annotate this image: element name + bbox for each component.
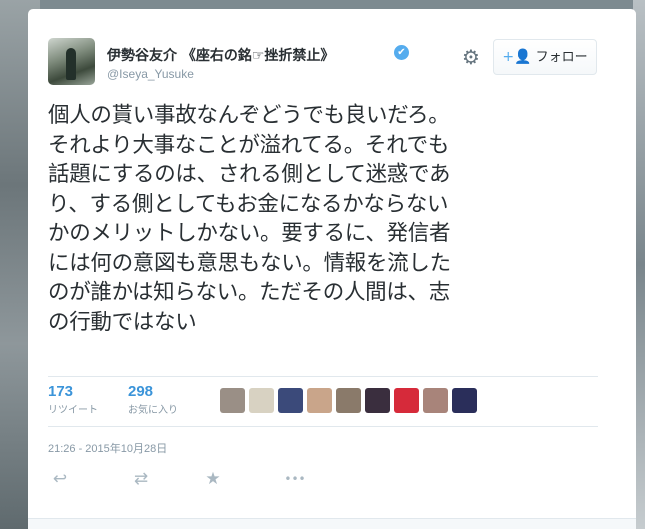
follow-button[interactable]: +👤 フォロー	[493, 39, 597, 75]
tweet-line: には何の意図も意思もない。情報を流した	[48, 250, 451, 276]
tweet-line: の行動ではない	[48, 309, 197, 335]
liker-avatar-6[interactable]	[365, 388, 390, 413]
retweet-icon[interactable]: ⇄	[131, 469, 151, 489]
user-handle[interactable]: @Iseya_Yusuke	[107, 67, 194, 81]
tweet-timestamp[interactable]: 21:26 - 2015年10月28日	[48, 440, 167, 456]
gear-icon[interactable]: ⚙	[460, 46, 482, 68]
user-display-name[interactable]: 伊勢谷友介 《座右の銘☞挫折禁止》	[107, 45, 334, 65]
liker-avatar-2[interactable]	[249, 388, 274, 413]
reply-icon[interactable]: ↩	[50, 469, 70, 489]
liker-avatar-9[interactable]	[452, 388, 477, 413]
tweet-line: のが誰かは知らない。ただその人間は、志	[48, 280, 450, 305]
divider	[48, 426, 598, 427]
tweet-card: 伊勢谷友介 《座右の銘☞挫折禁止》 ✔ @Iseya_Yusuke ⚙ +👤 フォ…	[28, 9, 636, 529]
tweet-text: 個人の貰い事故なんぞどうでも良いだろ。 それより大事なことが溢れてる。それでも …	[48, 101, 588, 337]
liker-avatar-7[interactable]	[394, 388, 419, 413]
tweet-line: それより大事なことが溢れてる。それでも	[48, 132, 450, 158]
verified-badge-icon: ✔	[394, 45, 409, 60]
liker-avatar-1[interactable]	[220, 388, 245, 413]
follow-person-icon: +👤	[502, 49, 532, 65]
more-icon[interactable]: •••	[282, 469, 308, 489]
favorite-count: 298	[128, 383, 154, 400]
card-footer	[28, 518, 636, 529]
retweet-count: 173	[48, 383, 74, 400]
liker-avatar-5[interactable]	[336, 388, 361, 413]
tweet-line: 個人の貰い事故なんぞどうでも良いだろ。	[48, 103, 450, 128]
favorite-stat[interactable]: 298 お気に入り	[128, 383, 178, 416]
tweet-line: 話題にするのは、される側として迷惑であ	[48, 162, 451, 187]
retweet-stat[interactable]: 173 リツイート	[48, 383, 98, 416]
liker-avatar-4[interactable]	[307, 388, 332, 413]
tweet-line: かのメリットしかない。要するに、発信者	[48, 221, 451, 246]
tweet-line: り、する側としてもお金になるかならない	[48, 191, 449, 217]
user-avatar[interactable]	[48, 38, 95, 85]
retweet-label: リツイート	[48, 405, 98, 416]
follow-button-label: フォロー	[535, 50, 588, 65]
favorite-label: お気に入り	[128, 405, 178, 416]
favorite-icon[interactable]: ★	[203, 469, 223, 489]
liker-avatar-8[interactable]	[423, 388, 448, 413]
divider	[48, 376, 598, 377]
liker-avatar-3[interactable]	[278, 388, 303, 413]
